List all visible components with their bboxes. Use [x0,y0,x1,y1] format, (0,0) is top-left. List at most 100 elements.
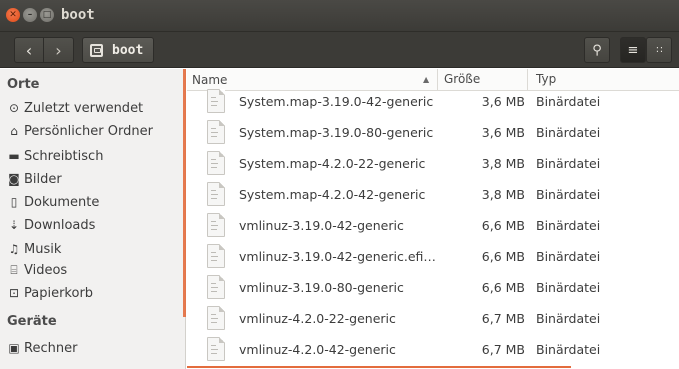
file-type: Binärdatei [536,187,601,202]
file-type: Binärdatei [536,311,601,326]
home-icon: ⌂ [10,124,18,138]
file-name: vmlinuz-3.19.0-42-generic.efi… [239,249,436,264]
binary-file-icon [207,337,225,361]
binary-file-icon [207,213,225,237]
file-size: 3,6 MB [481,125,525,140]
search-button[interactable]: ⚲ [584,37,610,63]
drive-icon [90,43,103,57]
sidebar-item-label: Zuletzt verwendet [24,100,144,116]
table-row[interactable]: System.map-4.2.0-22-generic 3,8 MB Binär… [187,148,679,179]
binary-file-icon [207,89,225,113]
title-bar: ✕ – □ boot [0,0,679,32]
file-type: Binärdatei [536,342,601,357]
camera-icon: ◙ [8,172,20,186]
sidebar-item-label: Musik [24,241,62,257]
table-row[interactable]: System.map-3.19.0-42-generic 3,6 MB Binä… [187,86,679,117]
grid-icon: ∷ [656,44,662,56]
sidebar-item-label: Persönlicher Ordner [24,123,153,139]
sidebar-item-label: Rechner [24,340,78,356]
sidebar-heading-devices: Geräte [7,314,57,329]
sidebar-item-label: Downloads [24,217,96,233]
video-icon: ⌸ [10,262,18,277]
column-name-header[interactable]: Name [192,73,227,87]
binary-file-icon [207,306,225,330]
minimize-icon: – [27,9,33,20]
sidebar-item-label: Bilder [24,171,62,187]
sidebar-item-label: Dokumente [24,194,100,210]
binary-file-icon [207,151,225,175]
binary-file-icon [207,244,225,268]
sort-ascending-icon: ▲ [423,75,430,84]
binary-file-icon [207,275,225,299]
minimize-window-button[interactable]: – [23,8,37,22]
sidebar-item-downloads[interactable]: ⇣ Downloads [7,216,95,234]
path-bar-boot[interactable]: boot [82,37,154,63]
file-size: 6,7 MB [481,311,525,326]
table-row[interactable]: vmlinuz-3.19.0-42-generic.efi… 6,6 MB Bi… [187,241,679,272]
download-icon: ⇣ [8,218,20,232]
file-name: System.map-4.2.0-22-generic [239,156,426,171]
close-icon: ✕ [9,9,17,20]
desktop-folder-icon: ▬ [8,149,20,163]
table-row[interactable]: vmlinuz-3.19.0-42-generic 6,6 MB Binärda… [187,210,679,241]
sidebar-item-label: Videos [24,262,68,278]
close-window-button[interactable]: ✕ [6,8,20,22]
window-title: boot [61,7,95,23]
file-list: Name ▲ Größe Typ System.map-3.19.0-42-ge… [187,69,679,369]
chevron-right-icon: › [55,40,62,60]
forward-button[interactable]: › [44,37,74,63]
file-size: 3,6 MB [481,94,525,109]
sidebar-item-trash[interactable]: ⊡ Papierkorb [7,284,93,302]
table-row[interactable]: vmlinuz-3.19.0-80-generic 6,6 MB Binärda… [187,272,679,303]
sidebar-item-computer[interactable]: ▣ Rechner [7,339,77,357]
sidebar-item-home[interactable]: ⌂ Persönlicher Ordner [7,122,153,140]
table-row[interactable]: System.map-3.19.0-80-generic 3,6 MB Binä… [187,117,679,148]
table-row[interactable]: System.map-4.2.0-42-generic 3,8 MB Binär… [187,179,679,210]
file-name: vmlinuz-3.19.0-42-generic [239,218,404,233]
file-type: Binärdatei [536,156,601,171]
file-name: System.map-3.19.0-42-generic [239,94,434,109]
file-name: System.map-4.2.0-42-generic [239,187,426,202]
file-size: 3,8 MB [481,187,525,202]
sidebar-item-recent[interactable]: ⊙ Zuletzt verwendet [7,99,143,117]
file-type: Binärdatei [536,249,601,264]
sidebar-item-desktop[interactable]: ▬ Schreibtisch [7,147,103,165]
sidebar-item-label: Papierkorb [24,285,94,301]
file-name: vmlinuz-4.2.0-22-generic [239,311,396,326]
chevron-left-icon: ‹ [25,40,33,60]
search-icon: ⚲ [592,42,602,58]
sidebar: Orte ⊙ Zuletzt verwendet ⌂ Persönlicher … [0,69,186,369]
file-size: 6,7 MB [481,342,525,357]
music-icon: ♫ [8,242,20,256]
grid-view-button[interactable]: ∷ [646,37,672,63]
maximize-window-button[interactable]: □ [40,8,54,22]
sidebar-item-pictures[interactable]: ◙ Bilder [7,170,62,188]
document-icon: ▯ [10,195,18,209]
table-row[interactable]: vmlinuz-4.2.0-22-generic 6,7 MB Binärdat… [187,303,679,334]
file-size: 6,6 MB [481,280,525,295]
file-type: Binärdatei [536,94,601,109]
table-row[interactable]: vmlinuz-4.2.0-42-generic 6,7 MB Binärdat… [187,334,679,365]
sidebar-item-music[interactable]: ♫ Musik [7,240,62,258]
computer-icon: ▣ [8,341,20,355]
sidebar-scrollbar[interactable] [183,69,186,317]
horizontal-scrollbar[interactable] [187,366,571,368]
file-name: System.map-3.19.0-80-generic [239,125,434,140]
sidebar-item-documents[interactable]: ▯ Dokumente [7,193,100,211]
toolbar: ‹ › boot ⚲ ≡ ∷ [0,32,679,68]
trash-icon: ⊡ [8,286,20,300]
file-name: vmlinuz-4.2.0-42-generic [239,342,396,357]
file-size: 3,8 MB [481,156,525,171]
file-type: Binärdatei [536,218,601,233]
back-button[interactable]: ‹ [14,37,44,63]
sidebar-item-videos[interactable]: ⌸ Videos [7,261,67,279]
file-size: 6,6 MB [481,249,525,264]
list-view-button[interactable]: ≡ [620,37,646,63]
file-name: vmlinuz-3.19.0-80-generic [239,280,404,295]
file-size: 6,6 MB [481,218,525,233]
clock-icon: ⊙ [8,101,20,115]
file-type: Binärdatei [536,125,601,140]
path-label: boot [112,42,144,58]
binary-file-icon [207,120,225,144]
sidebar-heading-places: Orte [7,77,40,92]
